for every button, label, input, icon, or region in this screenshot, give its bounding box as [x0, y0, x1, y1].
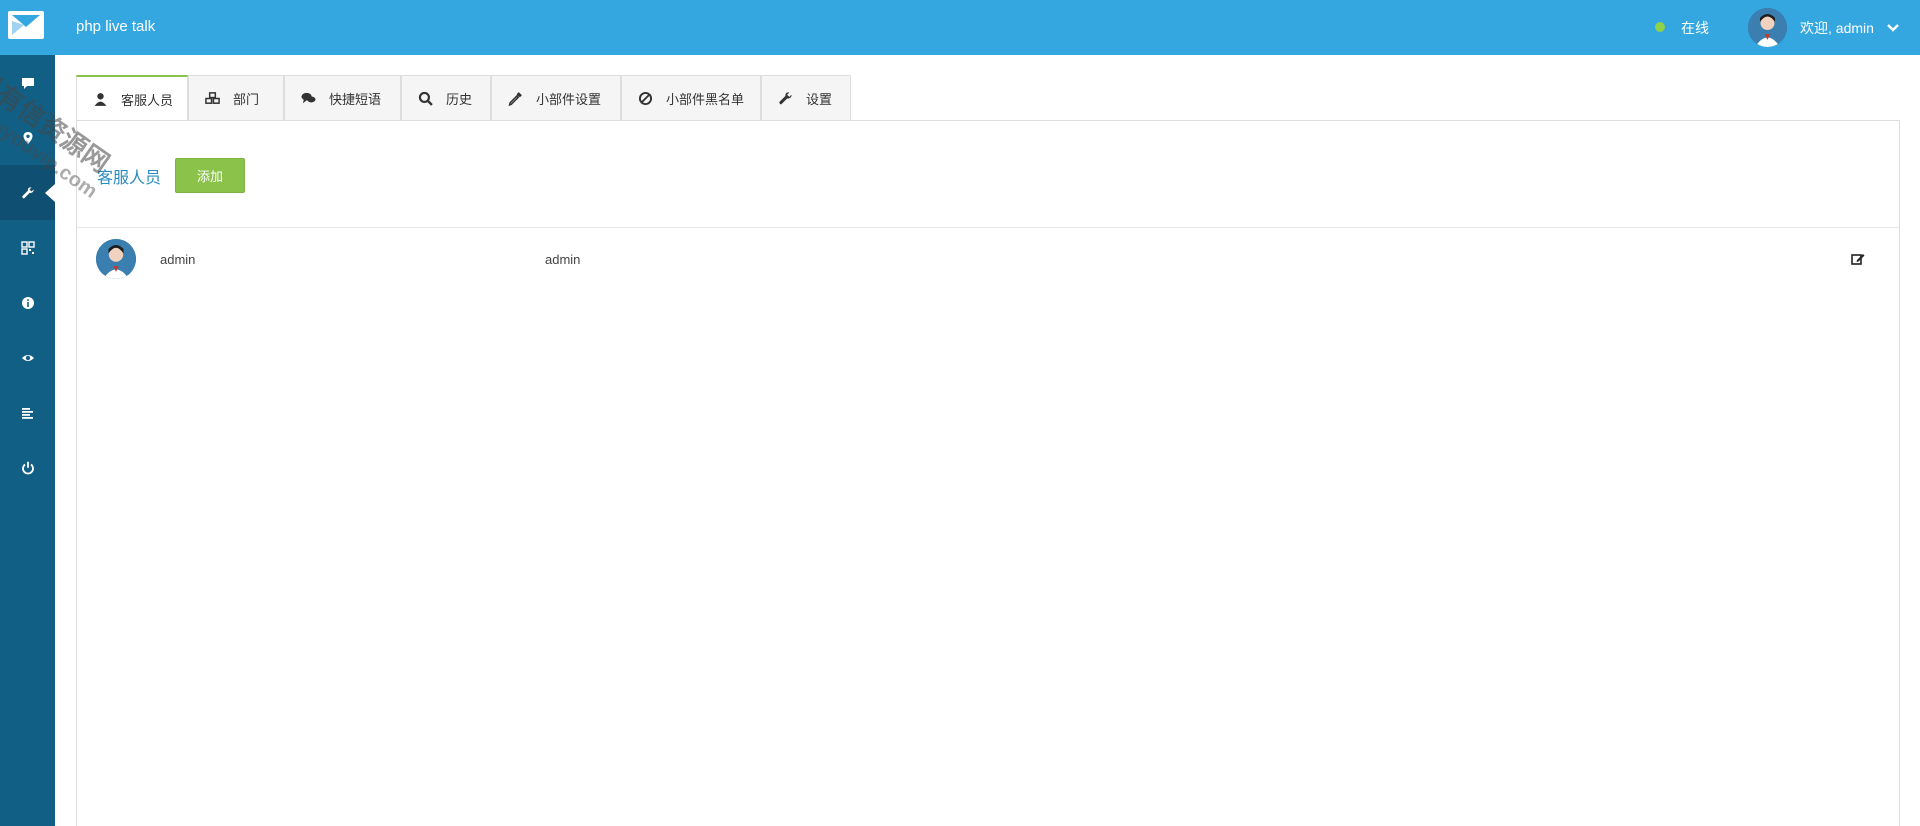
sidebar-item-chat[interactable]: [0, 55, 55, 110]
tab-label: 设置: [806, 91, 833, 107]
tab-label: 小部件黑名单: [666, 91, 745, 107]
online-status-text[interactable]: 在线: [1681, 18, 1709, 38]
tab-settings[interactable]: 设置: [761, 75, 851, 120]
sidebar-item-monitor[interactable]: [0, 330, 55, 385]
divider: [77, 227, 1899, 228]
user-icon: [92, 91, 108, 107]
wrench-icon: [21, 186, 34, 198]
user-avatar[interactable]: [1748, 8, 1787, 47]
app-logo[interactable]: [8, 9, 48, 43]
tab-departments[interactable]: 部门: [188, 75, 284, 120]
qrcode-icon: [20, 240, 35, 255]
wrench-icon: [777, 90, 793, 106]
tab-history[interactable]: 历史: [401, 75, 491, 120]
agent-name: admin: [160, 252, 196, 267]
sidebar-item-reports[interactable]: [0, 385, 55, 440]
tab-widget-blacklist[interactable]: 小部件黑名单: [621, 75, 761, 120]
online-status-dot: [1655, 22, 1665, 32]
power-icon: [21, 461, 34, 474]
location-pin-icon: [23, 131, 32, 144]
sidebar-item-logout[interactable]: [0, 440, 55, 495]
add-agent-button[interactable]: 添加: [175, 158, 245, 193]
sidebar-item-location[interactable]: [0, 110, 55, 165]
tab-label: 小部件设置: [536, 91, 602, 107]
chat-icon: [21, 77, 34, 89]
welcome-user-menu[interactable]: 欢迎, admin: [1800, 18, 1874, 38]
comments-icon: [300, 90, 316, 106]
sidebar-nav: [0, 55, 55, 826]
sidebar-item-qrcode[interactable]: [0, 220, 55, 275]
list-icon: [21, 407, 33, 419]
sidebar-item-settings[interactable]: [0, 165, 55, 220]
agent-username: admin: [545, 252, 581, 267]
app-title: php live talk: [76, 18, 156, 35]
tab-label: 部门: [233, 91, 260, 107]
search-icon: [417, 90, 433, 106]
agents-panel: 客服人员 添加 admin admin: [76, 120, 1900, 826]
tab-canned-responses[interactable]: 快捷短语: [284, 75, 401, 120]
avatar: [96, 239, 136, 279]
eyedropper-icon: [507, 90, 523, 106]
eye-icon: [21, 354, 34, 361]
active-indicator-arrow: [45, 184, 55, 202]
sidebar-item-info[interactable]: [0, 275, 55, 330]
info-icon: [21, 296, 34, 309]
tab-label: 历史: [446, 91, 473, 107]
tab-label: 快捷短语: [329, 91, 382, 107]
cubes-icon: [204, 90, 220, 106]
section-title: 客服人员: [97, 170, 162, 187]
table-row[interactable]: admin admin: [77, 231, 1899, 291]
edit-icon[interactable]: [1850, 251, 1866, 267]
chevron-down-icon[interactable]: [1886, 20, 1900, 34]
tab-label: 客服人员: [121, 92, 174, 108]
tab-widget-settings[interactable]: 小部件设置: [491, 75, 621, 120]
ban-icon: [637, 90, 653, 106]
tab-agents[interactable]: 客服人员: [76, 75, 188, 121]
top-header: php live talk 在线 欢迎, admin: [0, 0, 1920, 55]
